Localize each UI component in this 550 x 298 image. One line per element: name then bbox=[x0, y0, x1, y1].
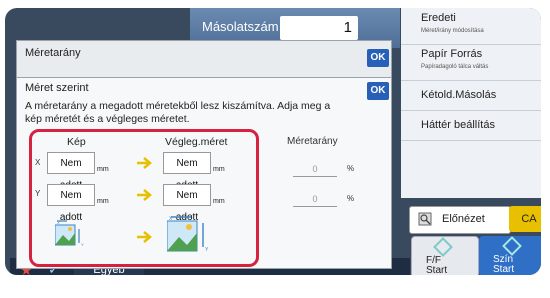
axis-y-label: Y bbox=[35, 189, 41, 198]
svg-text:Y: Y bbox=[205, 247, 209, 253]
copy-count-label: Másolatszám bbox=[202, 19, 279, 34]
rp-item-background[interactable]: Háttér beállítás bbox=[401, 110, 541, 141]
unit-label: mm bbox=[213, 198, 225, 205]
color-start-button[interactable]: Szín Start bbox=[479, 236, 541, 275]
ratio-x-field: 0 bbox=[293, 164, 337, 177]
arrow-right-icon bbox=[137, 189, 152, 201]
svg-text:Y: Y bbox=[81, 242, 84, 247]
ratio-y-field: 0 bbox=[293, 194, 337, 207]
rp-item-sublabel: Papíradagoló tálca váltás bbox=[421, 64, 489, 70]
final-y-field[interactable]: Nem adott bbox=[163, 184, 211, 223]
bw-start-button[interactable]: F/F Start bbox=[411, 236, 479, 275]
percent-label: % bbox=[347, 194, 355, 203]
size-dialog-title: Méret szerint bbox=[25, 82, 89, 94]
preview-label: Előnézet bbox=[442, 213, 485, 225]
preview-icon bbox=[418, 212, 432, 226]
size-dialog-description: A méretarány a megadott méretekből lesz … bbox=[25, 100, 331, 125]
unit-label: mm bbox=[97, 166, 109, 173]
col-ratio-header: Méretarány bbox=[287, 136, 338, 147]
rp-item-duplex[interactable]: Kétold.Másolás bbox=[401, 80, 541, 111]
ratio-ok-button[interactable]: OK bbox=[367, 49, 389, 67]
ratio-dialog-title: Méretarány bbox=[25, 47, 81, 59]
start-diamond-icon bbox=[433, 237, 453, 257]
rp-item-label: Eredeti bbox=[421, 12, 456, 24]
svg-text:X: X bbox=[57, 220, 60, 225]
start-diamond-icon bbox=[502, 236, 522, 256]
preview-button[interactable]: Előnézet bbox=[409, 206, 511, 234]
clear-all-button[interactable]: CA bbox=[509, 206, 541, 232]
arrow-right-icon bbox=[137, 231, 152, 243]
percent-label: % bbox=[347, 164, 355, 173]
image-x-field[interactable]: Nem adott bbox=[47, 152, 95, 191]
rp-item-original[interactable]: Eredeti Méret/irány módosítása bbox=[401, 8, 541, 45]
col-image-header: Kép bbox=[67, 136, 86, 148]
right-panel: Eredeti Méret/irány módosítása Papír For… bbox=[401, 8, 541, 198]
image-y-field[interactable]: Nem adott bbox=[47, 184, 95, 223]
rp-item-sublabel: Méret/irány módosítása bbox=[421, 28, 484, 34]
rp-item-label: Papír Forrás bbox=[421, 48, 483, 60]
rp-item-paper-source[interactable]: Papír Forrás Papíradagoló tálca váltás bbox=[401, 44, 541, 81]
color-start-label: Start bbox=[493, 264, 515, 275]
arrow-right-icon bbox=[137, 157, 152, 169]
col-final-header: Végleg.méret bbox=[165, 136, 228, 148]
size-ok-button[interactable]: OK bbox=[367, 82, 389, 100]
unit-label: mm bbox=[97, 198, 109, 205]
unit-label: mm bbox=[213, 166, 225, 173]
original-image-icon: X Y bbox=[55, 220, 84, 247]
axis-x-label: X bbox=[35, 158, 41, 167]
rp-item-label: Kétold.Másolás bbox=[421, 89, 497, 101]
final-x-field[interactable]: Nem adott bbox=[163, 152, 211, 191]
size-dialog: Méret szerint OK A méretarány a megadott… bbox=[16, 77, 392, 269]
bw-start-label: Start bbox=[426, 265, 448, 275]
screen-frame: Másolatszám 1 Eredeti Méret/irány módosí… bbox=[0, 0, 550, 298]
copy-count-field[interactable]: 1 bbox=[280, 16, 358, 40]
final-image-icon: X Y bbox=[167, 216, 209, 253]
rp-item-label: Háttér beállítás bbox=[421, 119, 495, 131]
